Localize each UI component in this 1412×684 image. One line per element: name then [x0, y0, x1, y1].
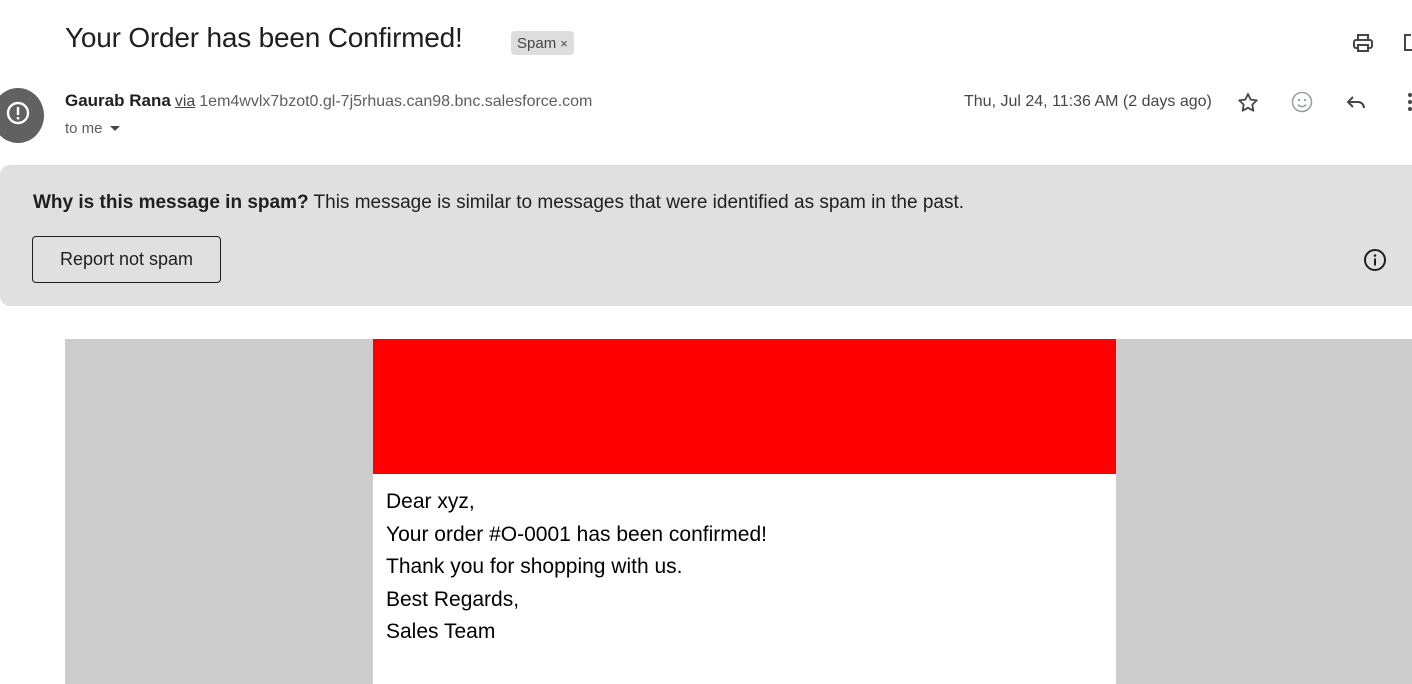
info-icon[interactable] [1362, 247, 1388, 273]
email-header-banner [373, 339, 1116, 474]
spam-question: Why is this message in spam? [33, 192, 309, 213]
email-message: Dear xyz, Your order #O-0001 has been co… [386, 487, 767, 650]
caret-down-icon [109, 120, 121, 137]
print-icon[interactable] [1349, 29, 1377, 57]
more-vert-icon[interactable] [1396, 88, 1412, 116]
sender-address: 1em4wvlx7bzot0.gl-7j5rhuas.can98.bnc.sal… [199, 93, 593, 110]
spam-warning-icon [5, 100, 31, 131]
closing-line: Best Regards, [386, 587, 520, 611]
recipient-details-toggle[interactable]: to me [65, 120, 121, 137]
sender-name[interactable]: Gaurab Rana [65, 91, 171, 110]
spam-label-chip: Spam × [511, 31, 574, 55]
via-link[interactable]: via [175, 93, 195, 110]
thank-you-line: Thank you for shopping with us. [386, 555, 683, 578]
signature-line: Sales Team [386, 620, 496, 643]
reply-icon[interactable] [1342, 88, 1370, 116]
report-not-spam-button[interactable]: Report not spam [32, 236, 221, 283]
email-subject: Your Order has been Confirmed! [65, 22, 463, 53]
spam-label-text: Spam [517, 34, 557, 52]
recipient-label: to me [65, 120, 103, 137]
greeting-line: Dear xyz, [386, 490, 475, 513]
emoji-reaction-icon[interactable] [1288, 88, 1316, 116]
star-icon[interactable] [1234, 89, 1262, 117]
spam-explanation: Why is this message in spam? This messag… [33, 192, 964, 214]
order-confirmation-line: Your order #O-0001 has been confirmed! [386, 522, 767, 546]
remove-label-icon[interactable]: × [560, 36, 568, 51]
sender-line: Gaurab Rana via 1em4wvlx7bzot0.gl-7j5rhuas… [65, 91, 592, 111]
email-date: Thu, Jul 24, 11:36 AM (2 days ago) [964, 93, 1212, 110]
spam-reason: This message is similar to messages that… [313, 192, 965, 213]
open-in-new-window-icon[interactable] [1398, 29, 1412, 57]
avatar[interactable] [0, 88, 44, 143]
